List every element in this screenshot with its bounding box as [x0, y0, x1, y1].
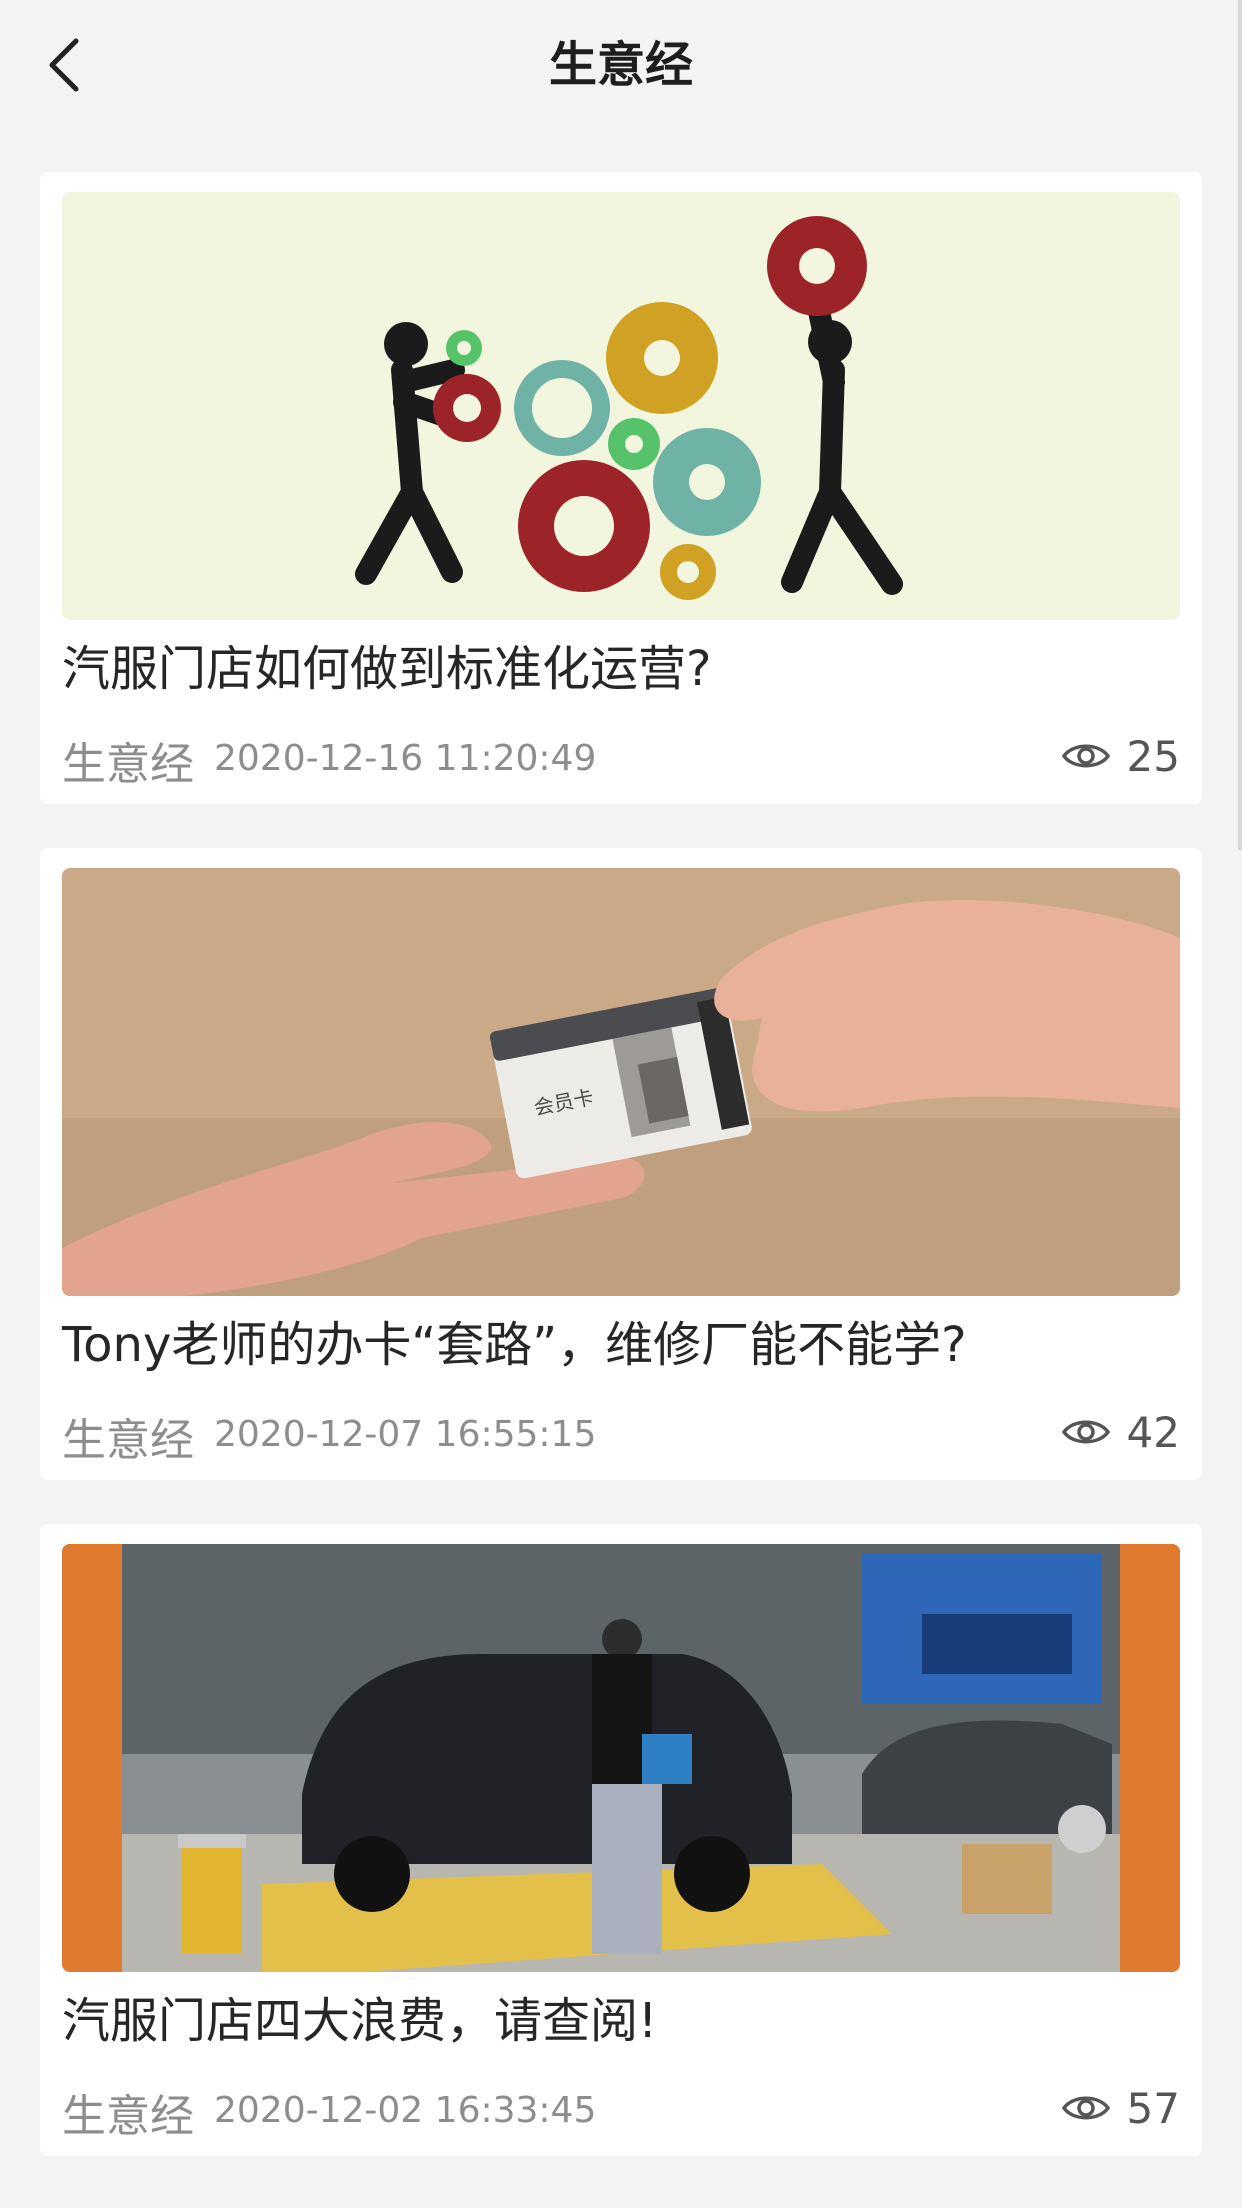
article-source: 生意经: [62, 739, 194, 790]
article-title[interactable]: 汽服门店如何做到标准化运营?: [62, 636, 1180, 702]
eye-icon: [1061, 744, 1110, 768]
top-nav-bar: 生意经: [0, 0, 1242, 130]
article-thumbnail[interactable]: 会员卡: [62, 868, 1180, 1296]
view-count: 25: [1061, 728, 1180, 784]
view-count: 42: [1061, 1404, 1180, 1460]
article-title[interactable]: 汽服门店四大浪费，请查阅!: [62, 1988, 1180, 2054]
car-service-shop-photo: [62, 1544, 1180, 1972]
article-card[interactable]: 会员卡 Tony老师的办卡“套路”，维修厂能不能学? 生意经 2020-12-0…: [40, 848, 1202, 1480]
article-thumbnail[interactable]: [62, 192, 1180, 620]
page-title: 生意经: [548, 37, 693, 93]
article-date: 2020-12-02 16:33:45: [214, 2090, 597, 2131]
article-list: 汽服门店如何做到标准化运营? 生意经 2020-12-16 11:20:49 2…: [40, 172, 1202, 2200]
article-card[interactable]: 汽服门店四大浪费，请查阅! 生意经 2020-12-02 16:33:45 57: [40, 1524, 1202, 2156]
view-count: 57: [1061, 2080, 1180, 2136]
article-meta: 生意经 2020-12-07 16:55:15 42: [62, 1398, 1180, 1468]
article-meta: 生意经 2020-12-16 11:20:49 25: [62, 722, 1180, 792]
article-source: 生意经: [62, 2091, 194, 2142]
eye-icon: [1061, 2096, 1110, 2120]
article-thumbnail[interactable]: [62, 1544, 1180, 1972]
article-source: 生意经: [62, 1415, 194, 1466]
article-card[interactable]: 汽服门店如何做到标准化运营? 生意经 2020-12-16 11:20:49 2…: [40, 172, 1202, 804]
view-count-value: 57: [1126, 2083, 1180, 2133]
scrollbar[interactable]: [1238, 0, 1242, 850]
gears-illustration: [62, 192, 1180, 620]
view-count-value: 42: [1126, 1407, 1180, 1457]
eye-icon: [1061, 1420, 1110, 1444]
article-title[interactable]: Tony老师的办卡“套路”，维修厂能不能学?: [62, 1312, 1180, 1378]
article-date: 2020-12-07 16:55:15: [214, 1414, 597, 1455]
article-meta: 生意经 2020-12-02 16:33:45 57: [62, 2074, 1180, 2144]
hands-membership-card-photo: 会员卡: [62, 868, 1180, 1296]
view-count-value: 25: [1126, 731, 1180, 781]
article-date: 2020-12-16 11:20:49: [214, 738, 597, 779]
